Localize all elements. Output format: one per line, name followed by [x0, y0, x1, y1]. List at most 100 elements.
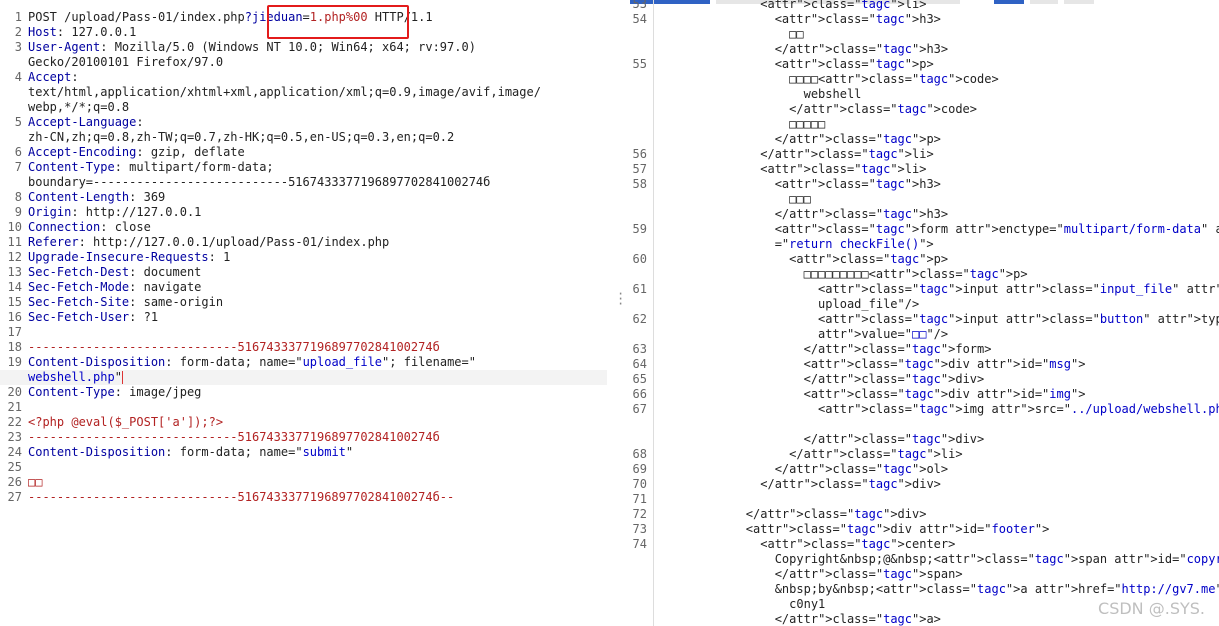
response-line[interactable]: 73 <attr">class="tagc">div attr">id="foo… [630, 522, 1219, 537]
request-line[interactable]: text/html,application/xhtml+xml,applicat… [0, 85, 607, 100]
request-line[interactable]: webshell.php" [0, 370, 607, 385]
request-line[interactable]: 6 Accept-Encoding: gzip, deflate [0, 145, 607, 160]
request-line[interactable]: 21 [0, 400, 607, 415]
request-line[interactable]: 4 Accept: [0, 70, 607, 85]
line-text[interactable]: zh-CN,zh;q=0.8,zh-TW;q=0.7,zh-HK;q=0.5,e… [28, 130, 454, 145]
pane-divider[interactable]: · · · [607, 0, 630, 626]
response-line[interactable]: 53 <attr">class="tagc">li> [630, 0, 1219, 12]
line-text[interactable]: <attr">class="tagc">li> [688, 162, 926, 177]
response-line[interactable]: Copyright&nbsp;@&nbsp;<attr">class="tagc… [630, 552, 1219, 567]
request-line[interactable]: 15 Sec-Fetch-Site: same-origin [0, 295, 607, 310]
response-line[interactable]: ="return checkFile()"> [630, 237, 1219, 252]
response-line[interactable]: 71 [630, 492, 1219, 507]
line-text[interactable]: </attr">class="tagc">p> [688, 132, 941, 147]
line-text[interactable]: Content-Disposition: form-data; name="su… [28, 445, 353, 460]
response-line[interactable]: </attr">class="tagc">h3> [630, 42, 1219, 57]
response-line[interactable]: 69 </attr">class="tagc">ol> [630, 462, 1219, 477]
line-text[interactable]: Content-Length: 369 [28, 190, 165, 205]
line-text[interactable]: Accept: [28, 70, 79, 85]
line-text[interactable]: </attr">class="tagc">ol> [688, 462, 948, 477]
line-text[interactable]: webshell [688, 87, 862, 102]
line-text[interactable]: </attr">class="tagc">code> [688, 102, 977, 117]
request-line[interactable]: 18 -----------------------------516743337… [0, 340, 607, 355]
response-line[interactable]: </attr">class="tagc">div> [630, 432, 1219, 447]
line-text[interactable]: attr">value="□□"/> [688, 327, 948, 342]
drag-handle-icon[interactable]: · · · [617, 288, 624, 310]
line-text[interactable]: Content-Disposition: form-data; name="up… [28, 355, 476, 370]
response-line[interactable]: □□□ [630, 192, 1219, 207]
request-line[interactable]: Gecko/20100101 Firefox/97.0 [0, 55, 607, 70]
response-line[interactable]: 63 </attr">class="tagc">form> [630, 342, 1219, 357]
request-line[interactable]: 26 □□ [0, 475, 607, 490]
line-text[interactable]: -----------------------------51674333771… [28, 430, 440, 445]
response-line[interactable]: 65 </attr">class="tagc">div> [630, 372, 1219, 387]
line-text[interactable]: <attr">class="tagc">li> [688, 0, 926, 12]
line-text[interactable]: </attr">class="tagc">li> [688, 447, 962, 462]
line-text[interactable]: -----------------------------51674333771… [28, 340, 440, 355]
response-line[interactable]: 62 <attr">class="tagc">input attr">class… [630, 312, 1219, 327]
line-text[interactable]: </attr">class="tagc">a> [688, 612, 941, 626]
line-text[interactable]: Upgrade-Insecure-Requests: 1 [28, 250, 230, 265]
line-text[interactable]: <attr">class="tagc">p> [688, 57, 934, 72]
response-line[interactable]: □□ [630, 27, 1219, 42]
response-line[interactable]: 54 <attr">class="tagc">h3> [630, 12, 1219, 27]
response-line[interactable]: 72 </attr">class="tagc">div> [630, 507, 1219, 522]
response-line[interactable]: 70 </attr">class="tagc">div> [630, 477, 1219, 492]
response-line[interactable] [630, 417, 1219, 432]
line-text[interactable]: User-Agent: Mozilla/5.0 (Windows NT 10.0… [28, 40, 476, 55]
request-line[interactable]: 3 User-Agent: Mozilla/5.0 (Windows NT 10.… [0, 40, 607, 55]
line-text[interactable]: Accept-Language: [28, 115, 144, 130]
line-text[interactable]: ="return checkFile()"> [688, 237, 934, 252]
line-text[interactable]: □□□□□□□□□<attr">class="tagc">p> [688, 267, 1028, 282]
response-line[interactable]: 60 <attr">class="tagc">p> [630, 252, 1219, 267]
line-text[interactable]: Sec-Fetch-Site: same-origin [28, 295, 223, 310]
line-text[interactable]: c0ny1 [688, 597, 825, 612]
line-text[interactable]: <attr">class="tagc">input attr">class="i… [688, 282, 1219, 297]
line-text[interactable]: </attr">class="tagc">h3> [688, 42, 948, 57]
request-line[interactable]: 5 Accept-Language: [0, 115, 607, 130]
line-text[interactable]: </attr">class="tagc">div> [688, 432, 985, 447]
request-line[interactable]: boundary=---------------------------5167… [0, 175, 607, 190]
response-line[interactable]: 57 <attr">class="tagc">li> [630, 162, 1219, 177]
response-line[interactable]: </attr">class="tagc">span> [630, 567, 1219, 582]
response-line[interactable]: □□□□□ [630, 117, 1219, 132]
line-text[interactable]: Content-Type: image/jpeg [28, 385, 201, 400]
line-text[interactable]: </attr">class="tagc">div> [688, 507, 927, 522]
line-text[interactable]: Host: 127.0.0.1 [28, 25, 136, 40]
line-text[interactable]: □□ [688, 27, 803, 42]
request-line[interactable]: 12 Upgrade-Insecure-Requests: 1 [0, 250, 607, 265]
line-text[interactable]: -----------------------------51674333771… [28, 490, 454, 505]
line-text[interactable]: Gecko/20100101 Firefox/97.0 [28, 55, 223, 70]
request-line[interactable]: 10 Connection: close [0, 220, 607, 235]
request-line[interactable]: 8 Content-Length: 369 [0, 190, 607, 205]
line-text[interactable]: </attr">class="tagc">form> [688, 342, 992, 357]
response-line[interactable]: □□□□<attr">class="tagc">code> [630, 72, 1219, 87]
request-line[interactable]: 25 [0, 460, 607, 475]
line-text[interactable]: </attr">class="tagc">span> [688, 567, 963, 582]
line-text[interactable]: □□□□□ [688, 117, 825, 132]
line-text[interactable]: □□□□<attr">class="tagc">code> [688, 72, 999, 87]
response-line[interactable]: upload_file"/> [630, 297, 1219, 312]
response-line[interactable]: &nbsp;by&nbsp;<attr">class="tagc">a attr… [630, 582, 1219, 597]
response-line[interactable]: </attr">class="tagc">code> [630, 102, 1219, 117]
request-line[interactable]: 17 [0, 325, 607, 340]
response-line[interactable]: 56 </attr">class="tagc">li> [630, 147, 1219, 162]
line-text[interactable]: </attr">class="tagc">h3> [688, 207, 948, 222]
response-line[interactable]: 59 <attr">class="tagc">form attr">enctyp… [630, 222, 1219, 237]
line-text[interactable]: Sec-Fetch-Mode: navigate [28, 280, 201, 295]
line-text[interactable]: <attr">class="tagc">div attr">id="img"> [688, 387, 1086, 402]
request-line[interactable]: webp,*/*;q=0.8 [0, 100, 607, 115]
line-text[interactable]: <attr">class="tagc">div attr">id="msg"> [688, 357, 1086, 372]
request-line[interactable]: 9 Origin: http://127.0.0.1 [0, 205, 607, 220]
response-line[interactable]: □□□□□□□□□<attr">class="tagc">p> [630, 267, 1219, 282]
line-text[interactable]: <attr">class="tagc">center> [688, 537, 955, 552]
line-text[interactable]: boundary=---------------------------5167… [28, 175, 490, 190]
line-text[interactable]: Referer: http://127.0.0.1/upload/Pass-01… [28, 235, 389, 250]
line-text[interactable]: □□□ [688, 192, 811, 207]
response-line[interactable]: attr">value="□□"/> [630, 327, 1219, 342]
line-text[interactable]: </attr">class="tagc">li> [688, 147, 933, 162]
response-line[interactable]: 61 <attr">class="tagc">input attr">class… [630, 282, 1219, 297]
line-text[interactable]: text/html,application/xhtml+xml,applicat… [28, 85, 541, 100]
line-text[interactable]: <attr">class="tagc">div attr">id="footer… [688, 522, 1050, 537]
line-text[interactable]: <attr">class="tagc">img attr">src="../up… [688, 402, 1219, 417]
